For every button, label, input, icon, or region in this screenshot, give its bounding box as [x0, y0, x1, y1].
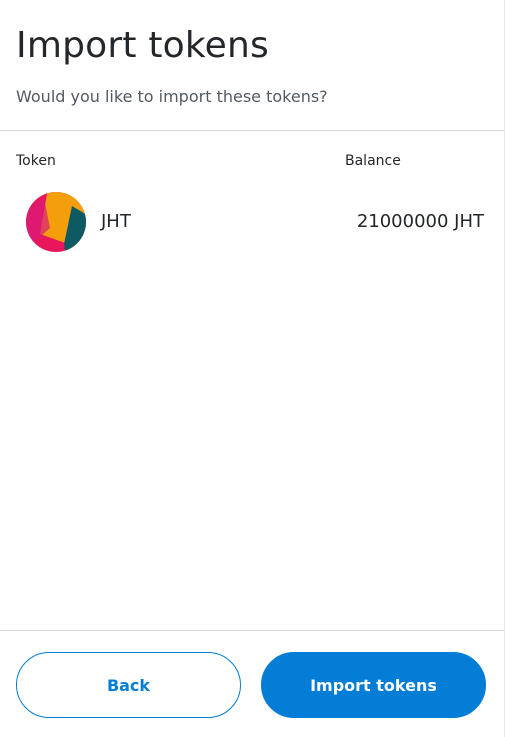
token-symbol: JHT — [101, 211, 131, 232]
token-avatar-icon — [26, 192, 86, 252]
import-tokens-page: Import tokens Would you like to import t… — [0, 0, 505, 737]
page-footer: Back Import tokens — [0, 630, 504, 737]
token-row: JHT 21000000 JHT — [0, 171, 504, 273]
token-balance: 21000000 JHT — [356, 211, 484, 232]
token-table-header: Token Balance — [0, 131, 504, 171]
page-header: Import tokens Would you like to import t… — [0, 0, 504, 131]
page-title: Import tokens — [16, 25, 269, 66]
column-header-balance: Balance — [345, 153, 401, 169]
column-header-token: Token — [16, 153, 56, 169]
import-tokens-button[interactable]: Import tokens — [261, 652, 486, 718]
page-subtitle: Would you like to import these tokens? — [16, 87, 328, 106]
back-button[interactable]: Back — [16, 652, 241, 718]
